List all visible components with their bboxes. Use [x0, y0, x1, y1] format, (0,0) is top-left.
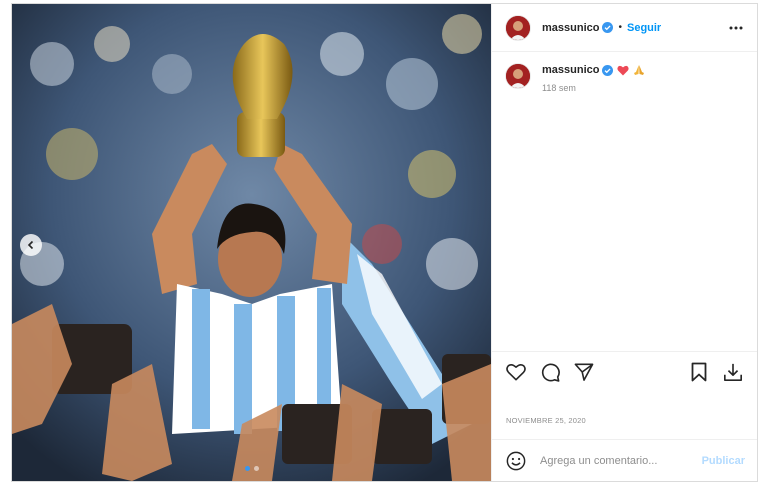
share-icon[interactable]: [572, 360, 596, 384]
caption-body: massunico 118 sem: [542, 64, 645, 93]
post-sidebar: massunico • Seguir massunico 118 sem NOV…: [491, 4, 757, 481]
folded-hands-emoji: [633, 64, 645, 76]
more-horizontal-icon[interactable]: [727, 19, 745, 37]
action-bar: [492, 351, 757, 391]
comment-input[interactable]: [538, 453, 692, 468]
comment-icon[interactable]: [538, 360, 562, 384]
caption: massunico 118 sem: [492, 52, 757, 105]
post-photo: [12, 4, 491, 481]
heart-emoji: [617, 65, 630, 76]
carousel-prev-button[interactable]: [20, 234, 42, 256]
avatar-image: [506, 15, 530, 40]
post-date: NOVIEMBRE 25, 2020: [506, 416, 586, 425]
carousel-indicator: [12, 466, 491, 471]
bookmark-icon[interactable]: [687, 360, 711, 384]
smiley-icon[interactable]: [504, 449, 528, 473]
post-header: massunico • Seguir: [492, 4, 757, 52]
carousel-dot: [253, 466, 259, 471]
separator: •: [618, 22, 622, 33]
avatar[interactable]: [506, 64, 530, 88]
carousel-dot: [244, 466, 250, 471]
heart-icon[interactable]: [504, 360, 528, 384]
header-username[interactable]: massunico: [542, 22, 599, 34]
avatar[interactable]: [506, 15, 530, 40]
caption-username[interactable]: massunico: [542, 64, 599, 76]
caption-line: massunico: [542, 64, 645, 76]
action-bar-right: [677, 360, 745, 384]
chevron-left-icon: [27, 240, 34, 250]
download-icon[interactable]: [721, 360, 745, 384]
publish-button[interactable]: Publicar: [702, 455, 745, 467]
post-image[interactable]: [12, 4, 491, 481]
avatar-image: [506, 64, 530, 88]
caption-time: 118 sem: [542, 83, 576, 93]
verified-badge-icon: [602, 22, 614, 33]
instagram-post: massunico • Seguir massunico 118 sem NOV…: [11, 3, 758, 482]
add-comment-bar: Publicar: [492, 439, 757, 481]
verified-badge-icon: [602, 64, 614, 76]
follow-button[interactable]: Seguir: [627, 22, 661, 34]
